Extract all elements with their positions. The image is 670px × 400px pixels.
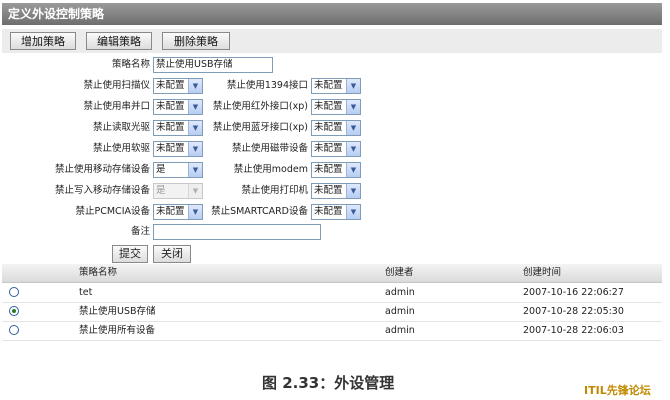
option-select[interactable]: 未配置 ▼ — [311, 204, 361, 220]
cell-creator: admin — [385, 325, 415, 336]
table-header: 策略名称 创建者 创建时间 — [2, 264, 662, 283]
table-row[interactable]: 禁止使用所有设备 admin 2007-10-28 22:06:03 — [2, 321, 662, 341]
option-select[interactable]: 未配置 ▼ — [311, 120, 361, 136]
cell-name: 禁止使用所有设备 — [79, 325, 156, 336]
note-input[interactable] — [153, 224, 321, 240]
option-select-value: 未配置 — [314, 122, 343, 133]
option-label: 禁止读取光驱 — [92, 122, 150, 133]
chevron-down-icon: ▼ — [188, 121, 202, 135]
option-label: 禁止使用扫描仪 — [83, 80, 150, 91]
chevron-down-icon: ▼ — [346, 163, 360, 177]
column-creator: 创建者 — [385, 267, 414, 278]
window-title: 定义外设控制策略 — [2, 3, 662, 25]
option-select[interactable]: 未配置 ▼ — [153, 120, 203, 136]
chevron-down-icon: ▼ — [188, 184, 202, 198]
radio-icon[interactable] — [9, 306, 19, 316]
table-row[interactable]: tet admin 2007-10-16 22:06:27 — [2, 283, 662, 303]
option-label: 禁止使用软驱 — [92, 143, 150, 154]
column-created-time: 创建时间 — [523, 267, 562, 278]
option-select-value: 未配置 — [314, 164, 343, 175]
chevron-down-icon: ▼ — [188, 142, 202, 156]
option-select[interactable]: 未配置 ▼ — [153, 204, 203, 220]
option-label: 禁止使用打印机 — [241, 185, 308, 196]
option-select-value: 未配置 — [156, 143, 185, 154]
watermark: ITIL先锋论坛 — [584, 384, 651, 397]
cell-name: 禁止使用USB存储 — [79, 306, 156, 317]
option-label: 禁止使用红外接口(xp) — [212, 101, 308, 112]
option-select-value: 未配置 — [314, 185, 343, 196]
option-select[interactable]: 未配置 ▼ — [311, 99, 361, 115]
option-select-value: 未配置 — [156, 206, 185, 217]
chevron-down-icon: ▼ — [188, 163, 202, 177]
table-row[interactable]: 禁止使用USB存储 admin 2007-10-28 22:05:30 — [2, 302, 662, 322]
close-button[interactable]: 关闭 — [153, 245, 191, 263]
column-policy-name: 策略名称 — [79, 267, 118, 278]
chevron-down-icon: ▼ — [346, 205, 360, 219]
policy-name-input[interactable]: 禁止使用USB存储 — [153, 57, 273, 73]
radio-icon[interactable] — [9, 287, 19, 297]
submit-button[interactable]: 提交 — [112, 245, 148, 263]
cell-time: 2007-10-28 22:06:03 — [523, 325, 624, 336]
option-select[interactable]: 未配置 ▼ — [153, 141, 203, 157]
radio-icon[interactable] — [9, 325, 19, 335]
option-label: 禁止使用蓝牙接口(xp) — [212, 122, 308, 133]
option-select-value: 未配置 — [314, 101, 343, 112]
option-label: 禁止使用移动存储设备 — [54, 164, 150, 175]
chevron-down-icon: ▼ — [188, 79, 202, 93]
option-select-value: 未配置 — [156, 80, 185, 91]
option-select[interactable]: 未配置 ▼ — [311, 162, 361, 178]
option-label: 禁止使用modem — [233, 164, 308, 175]
toolbar: 增加策略 编辑策略 删除策略 — [2, 29, 662, 53]
cell-creator: admin — [385, 287, 415, 298]
option-label: 禁止写入移动存储设备 — [54, 185, 150, 196]
cell-time: 2007-10-16 22:06:27 — [523, 287, 624, 298]
option-select-value: 未配置 — [314, 80, 343, 91]
option-label: 禁止PCMCIA设备 — [75, 206, 151, 217]
chevron-down-icon: ▼ — [346, 121, 360, 135]
figure-caption: 图 2.33：外设管理 — [262, 374, 395, 392]
option-label: 禁止使用磁带设备 — [231, 143, 308, 154]
option-select[interactable]: 未配置 ▼ — [311, 183, 361, 199]
option-select[interactable]: 未配置 ▼ — [311, 141, 361, 157]
option-select-value: 未配置 — [314, 206, 343, 217]
add-policy-button[interactable]: 增加策略 — [10, 32, 76, 50]
option-select-value: 是 — [156, 164, 166, 175]
option-select[interactable]: 是 ▼ — [153, 162, 203, 178]
note-label: 备注 — [130, 226, 150, 237]
delete-policy-button[interactable]: 删除策略 — [162, 32, 230, 50]
cell-time: 2007-10-28 22:05:30 — [523, 306, 624, 317]
option-label: 禁止使用串并口 — [83, 101, 150, 112]
option-select-value: 未配置 — [314, 143, 343, 154]
option-select-value: 未配置 — [156, 122, 185, 133]
option-label: 禁止SMARTCARD设备 — [211, 206, 308, 217]
option-select-value: 是 — [156, 185, 166, 196]
cell-name: tet — [79, 287, 93, 298]
option-select[interactable]: 未配置 ▼ — [153, 78, 203, 94]
edit-policy-button[interactable]: 编辑策略 — [86, 32, 152, 50]
chevron-down-icon: ▼ — [188, 100, 202, 114]
chevron-down-icon: ▼ — [346, 184, 360, 198]
option-select-value: 未配置 — [156, 101, 185, 112]
cell-creator: admin — [385, 306, 415, 317]
chevron-down-icon: ▼ — [346, 142, 360, 156]
option-label: 禁止使用1394接口 — [226, 80, 308, 91]
policy-name-label: 策略名称 — [111, 59, 150, 70]
chevron-down-icon: ▼ — [188, 205, 202, 219]
chevron-down-icon: ▼ — [346, 79, 360, 93]
option-select: 是 ▼ — [153, 183, 203, 199]
option-select[interactable]: 未配置 ▼ — [153, 99, 203, 115]
chevron-down-icon: ▼ — [346, 100, 360, 114]
option-select[interactable]: 未配置 ▼ — [311, 78, 361, 94]
